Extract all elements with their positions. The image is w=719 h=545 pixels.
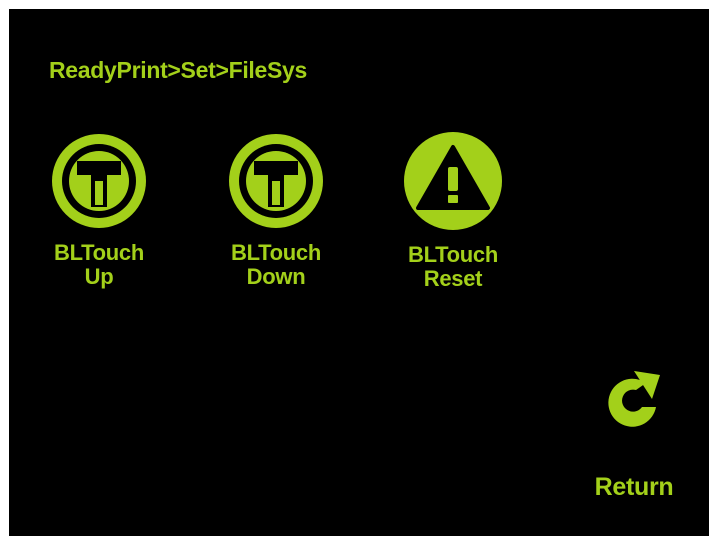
touch-screen: ReadyPrint>Set>FileSys BLTouch Up BLTouc…: [9, 9, 709, 536]
bltouch-down-label-line2: Down: [246, 264, 306, 289]
bltouch-up-label-line1: BLTouch: [54, 240, 144, 265]
bltouch-reset-label-line1: BLTouch: [408, 242, 498, 267]
breadcrumb: ReadyPrint>Set>FileSys: [49, 57, 308, 83]
bltouch-up-button[interactable]: BLTouch Up: [39, 131, 159, 289]
bltouch-down-label-line1: BLTouch: [231, 240, 321, 265]
return-label: Return: [594, 473, 674, 501]
bltouch-up-label-line2: Up: [84, 264, 114, 289]
warning-icon: [404, 132, 502, 230]
bltouch-reset-label-line2: Reset: [423, 266, 483, 291]
bltouch-probe-icon: [229, 134, 323, 228]
bltouch-down-button[interactable]: BLTouch Down: [216, 131, 336, 289]
return-button[interactable]: Return: [569, 357, 699, 502]
bltouch-probe-icon: [52, 134, 146, 228]
bltouch-reset-button[interactable]: BLTouch Reset: [393, 131, 513, 291]
return-arrow-icon: [608, 371, 660, 427]
